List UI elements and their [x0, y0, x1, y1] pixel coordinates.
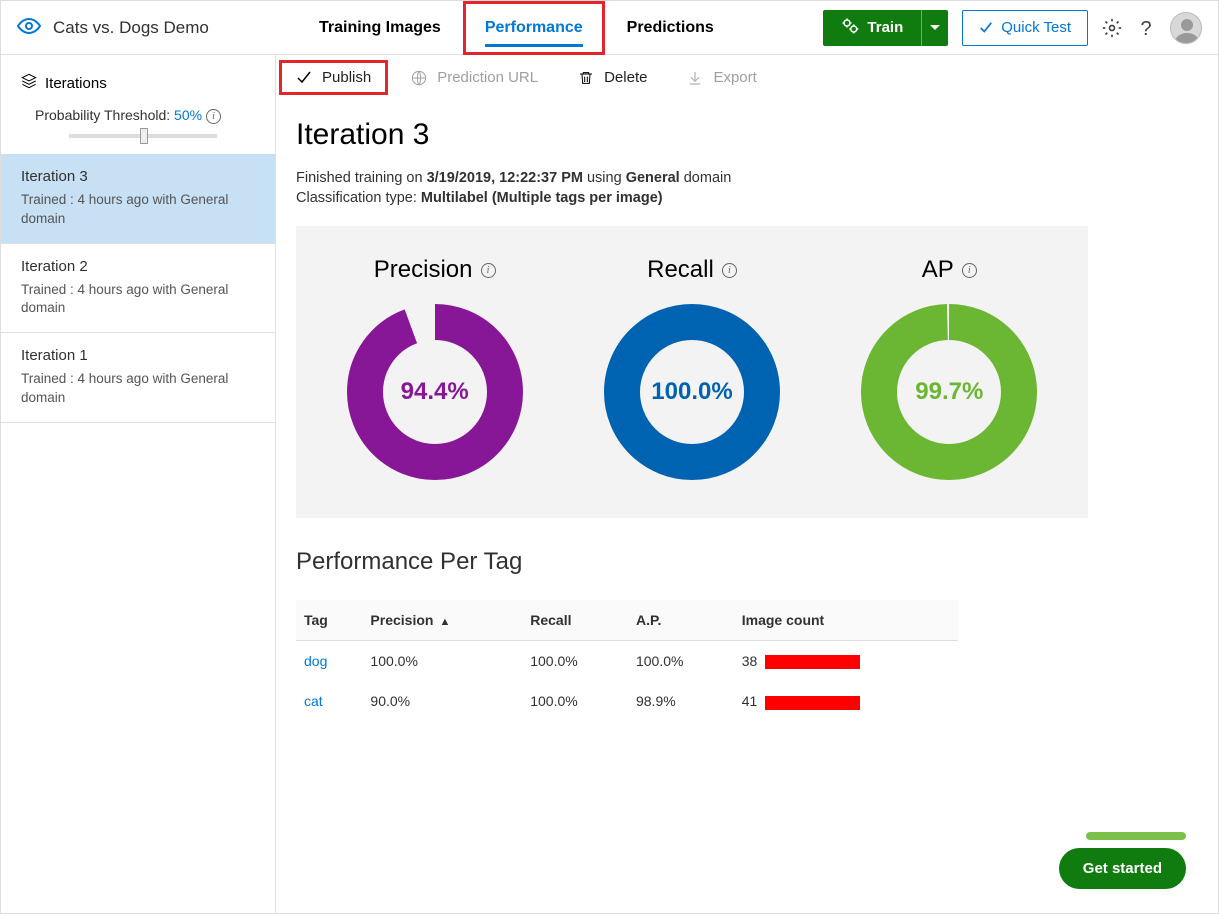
tab-predictions[interactable]: Predictions [605, 1, 736, 55]
quick-test-label: Quick Test [1001, 19, 1071, 36]
iteration-item-1[interactable]: Iteration 1 Trained : 4 hours ago with G… [1, 333, 275, 423]
cell-count: 38 [734, 641, 958, 682]
sort-up-icon: ▲ [439, 616, 450, 628]
probability-threshold: Probability Threshold: 50% i [1, 107, 275, 154]
export-button: Export [687, 69, 756, 86]
info-icon[interactable]: i [722, 263, 737, 278]
settings-icon[interactable] [1102, 18, 1122, 38]
tag-link[interactable]: cat [304, 693, 323, 709]
train-dropdown[interactable] [921, 10, 948, 46]
header-actions: Train Quick Test ? [823, 10, 1202, 46]
publish-button[interactable]: Publish [282, 63, 385, 92]
iterations-heading: Iterations [1, 55, 275, 107]
slider-thumb[interactable] [140, 128, 148, 144]
main-content: Publish Prediction URL Delete Export Ite… [276, 55, 1218, 913]
info-icon[interactable]: i [206, 109, 221, 124]
logo-area: Cats vs. Dogs Demo [17, 14, 297, 41]
progress-pill [1086, 832, 1186, 840]
table-row: cat 90.0% 100.0% 98.9% 41 [296, 681, 958, 721]
th-precision[interactable]: Precision▲ [362, 600, 522, 641]
iteration-name: Iteration 2 [21, 258, 255, 275]
iteration-item-3[interactable]: Iteration 3 Trained : 4 hours ago with G… [1, 154, 275, 244]
tab-performance[interactable]: Performance [463, 1, 605, 55]
recall-donut: 100.0% [602, 302, 782, 482]
metric-precision: Precisioni 94.4% [345, 256, 525, 482]
export-label: Export [713, 69, 756, 86]
ap-value: 99.7% [859, 302, 1039, 482]
get-started-widget: Get started [1059, 832, 1186, 889]
layers-icon [21, 73, 37, 93]
precision-donut: 94.4% [345, 302, 525, 482]
performance-table: Tag Precision▲ Recall A.P. Image count d… [296, 600, 958, 722]
th-ap[interactable]: A.P. [628, 600, 734, 641]
threshold-value: 50% [174, 107, 202, 123]
threshold-slider[interactable] [69, 134, 217, 138]
prediction-url-button: Prediction URL [411, 69, 538, 86]
cell-ap: 98.9% [628, 681, 734, 721]
th-recall[interactable]: Recall [522, 600, 628, 641]
ap-label: APi [859, 256, 1039, 284]
train-label: Train [867, 19, 903, 36]
project-title: Cats vs. Dogs Demo [53, 18, 209, 38]
metrics-panel: Precisioni 94.4% Recalli 100.0% [296, 226, 1088, 518]
quick-test-button[interactable]: Quick Test [962, 10, 1088, 46]
train-button-main[interactable]: Train [823, 17, 921, 39]
iterations-heading-text: Iterations [45, 75, 107, 92]
training-meta-2: Classification type: Multilabel (Multipl… [296, 190, 1198, 206]
precision-label: Precisioni [345, 256, 525, 284]
iteration-name: Iteration 3 [21, 168, 255, 185]
delete-label: Delete [604, 69, 647, 86]
iteration-sub: Trained : 4 hours ago with General domai… [21, 281, 255, 319]
perf-per-tag-title: Performance Per Tag [296, 548, 1218, 576]
nav-tabs: Training Images Performance Predictions [297, 1, 736, 54]
table-row: dog 100.0% 100.0% 100.0% 38 [296, 641, 958, 682]
iteration-sub: Trained : 4 hours ago with General domai… [21, 370, 255, 408]
training-meta-1: Finished training on 3/19/2019, 12:22:37… [296, 170, 1198, 186]
prediction-url-label: Prediction URL [437, 69, 538, 86]
delete-button[interactable]: Delete [578, 69, 647, 86]
cell-precision: 100.0% [362, 641, 522, 682]
iteration-name: Iteration 1 [21, 347, 255, 364]
ap-donut: 99.7% [859, 302, 1039, 482]
count-bar [765, 655, 860, 669]
iteration-item-2[interactable]: Iteration 2 Trained : 4 hours ago with G… [1, 244, 275, 334]
train-button[interactable]: Train [823, 10, 948, 46]
app-header: Cats vs. Dogs Demo Training Images Perfo… [1, 1, 1218, 55]
cell-ap: 100.0% [628, 641, 734, 682]
th-count[interactable]: Image count [734, 600, 958, 641]
metric-ap: APi 99.7% [859, 256, 1039, 482]
user-avatar[interactable] [1170, 12, 1202, 44]
metric-recall: Recalli 100.0% [602, 256, 782, 482]
iteration-toolbar: Publish Prediction URL Delete Export [276, 55, 1218, 100]
gears-icon [841, 17, 859, 39]
get-started-button[interactable]: Get started [1059, 848, 1186, 889]
custom-vision-icon [17, 14, 41, 41]
recall-label: Recalli [602, 256, 782, 284]
help-icon[interactable]: ? [1136, 18, 1156, 38]
cell-count: 41 [734, 681, 958, 721]
recall-value: 100.0% [602, 302, 782, 482]
info-icon[interactable]: i [962, 263, 977, 278]
sidebar: Iterations Probability Threshold: 50% i … [1, 55, 276, 913]
tag-link[interactable]: dog [304, 653, 327, 669]
cell-recall: 100.0% [522, 641, 628, 682]
publish-label: Publish [322, 69, 371, 86]
cell-recall: 100.0% [522, 681, 628, 721]
iteration-title: Iteration 3 [296, 118, 1218, 152]
cell-precision: 90.0% [362, 681, 522, 721]
count-bar [765, 696, 860, 710]
info-icon[interactable]: i [481, 263, 496, 278]
table-header-row: Tag Precision▲ Recall A.P. Image count [296, 600, 958, 641]
precision-value: 94.4% [345, 302, 525, 482]
tab-training-images[interactable]: Training Images [297, 1, 463, 55]
threshold-label: Probability Threshold: [35, 107, 170, 123]
th-tag[interactable]: Tag [296, 600, 362, 641]
iteration-sub: Trained : 4 hours ago with General domai… [21, 191, 255, 229]
